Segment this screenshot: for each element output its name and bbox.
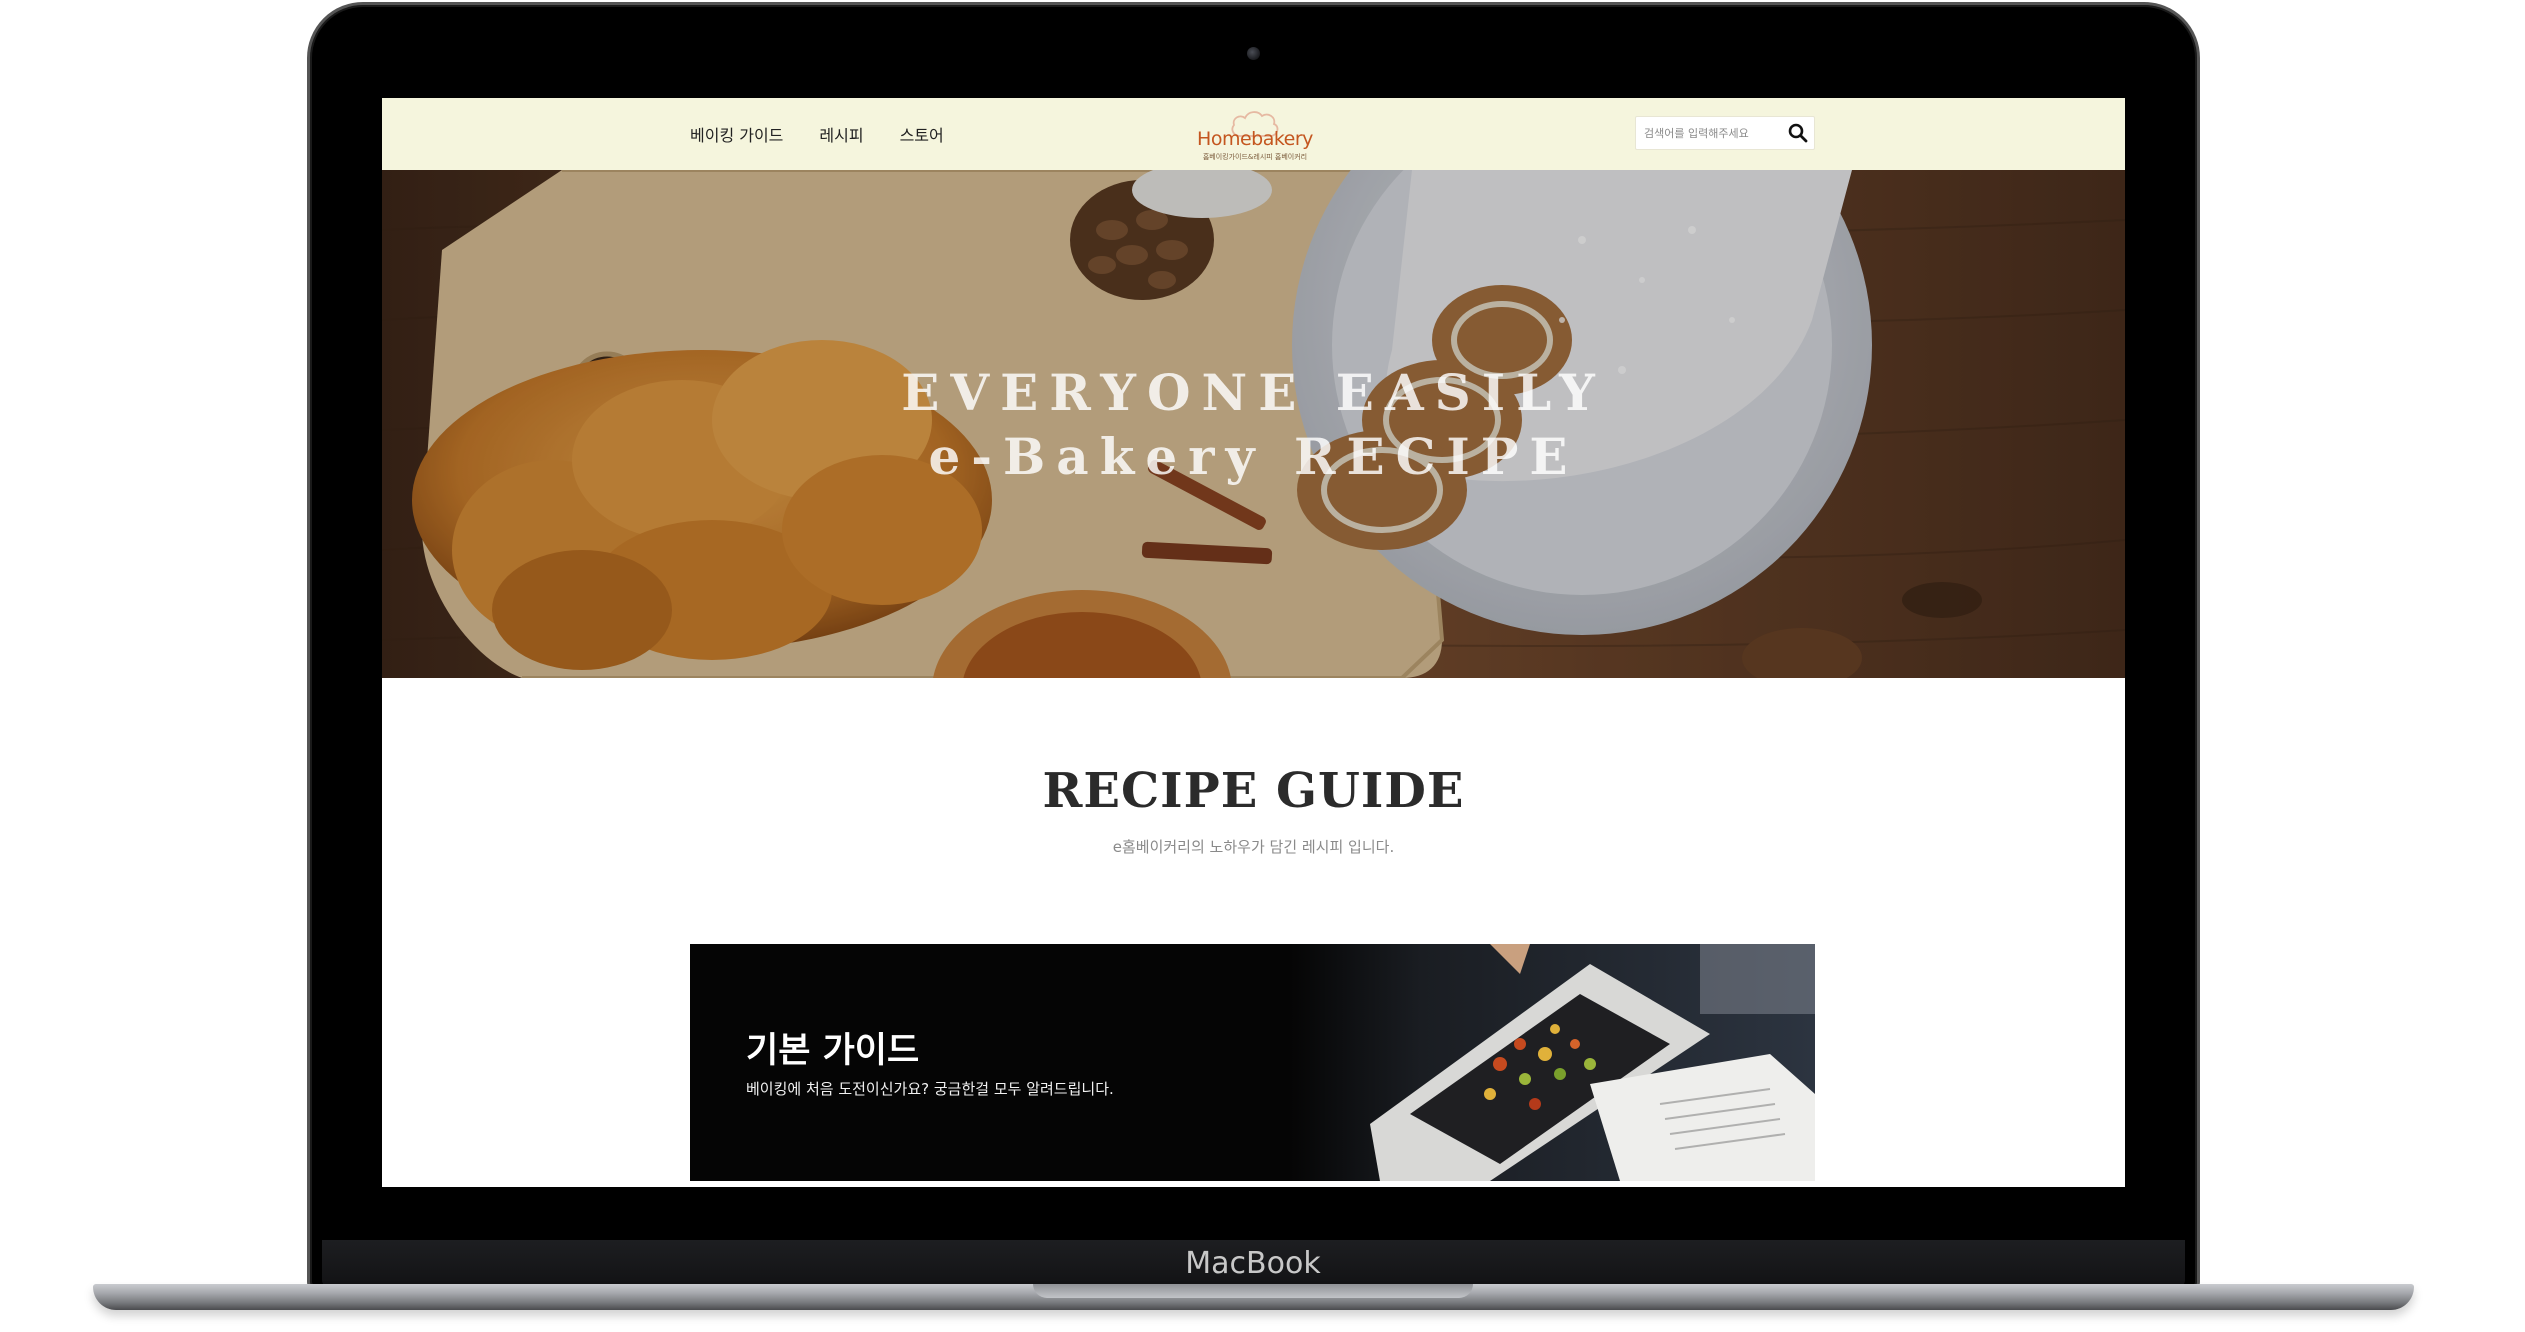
search-input[interactable] <box>1636 117 1784 149</box>
camera-icon <box>1247 47 1260 60</box>
browser-screen: 베이킹 가이드 레시피 스토어 Homebakery 홈베이킹가이드&레시피 홈… <box>382 98 2125 1187</box>
site-logo[interactable]: Homebakery 홈베이킹가이드&레시피 홈베이커리 <box>1190 106 1320 164</box>
guide-card-title: 기본 가이드 <box>746 1031 920 1071</box>
nav-item-store[interactable]: 스토어 <box>900 122 944 146</box>
hero-overlay <box>382 170 2125 678</box>
search-box <box>1635 116 1815 150</box>
search-button[interactable] <box>1786 121 1810 145</box>
nav-item-recipe[interactable]: 레시피 <box>819 122 863 146</box>
laptop-notch <box>1033 1284 1473 1298</box>
recipe-book-photo <box>1290 944 1815 1181</box>
hero-headline-line1: EVERYONE EASILY <box>901 363 1606 422</box>
basic-guide-card[interactable]: 기본 가이드 베이킹에 처음 도전이신가요? 궁금한걸 모두 알려드립니다. <box>690 944 1815 1181</box>
logo-text: Homebakery <box>1197 128 1313 150</box>
main-nav: 베이킹 가이드 레시피 스토어 <box>690 98 944 170</box>
hero-headline-line2: e-Bakery RECIPE <box>928 427 1579 486</box>
hero-banner: EVERYONE EASILY e-Bakery RECIPE <box>382 170 2125 678</box>
section-subtitle: e홈베이커리의 노하우가 담긴 레시피 입니다. <box>1112 838 1395 856</box>
site-header: 베이킹 가이드 레시피 스토어 Homebakery 홈베이킹가이드&레시피 홈… <box>382 98 2125 170</box>
device-brand-label: MacBook <box>1185 1246 1321 1281</box>
logo-subtitle: 홈베이킹가이드&레시피 홈베이커리 <box>1202 153 1308 161</box>
nav-item-baking-guide[interactable]: 베이킹 가이드 <box>690 122 783 146</box>
section-title: RECIPE GUIDE <box>1042 763 1465 819</box>
search-icon <box>1788 123 1808 143</box>
guide-card-description: 베이킹에 처음 도전이신가요? 궁금한걸 모두 알려드립니다. <box>746 1080 1114 1098</box>
